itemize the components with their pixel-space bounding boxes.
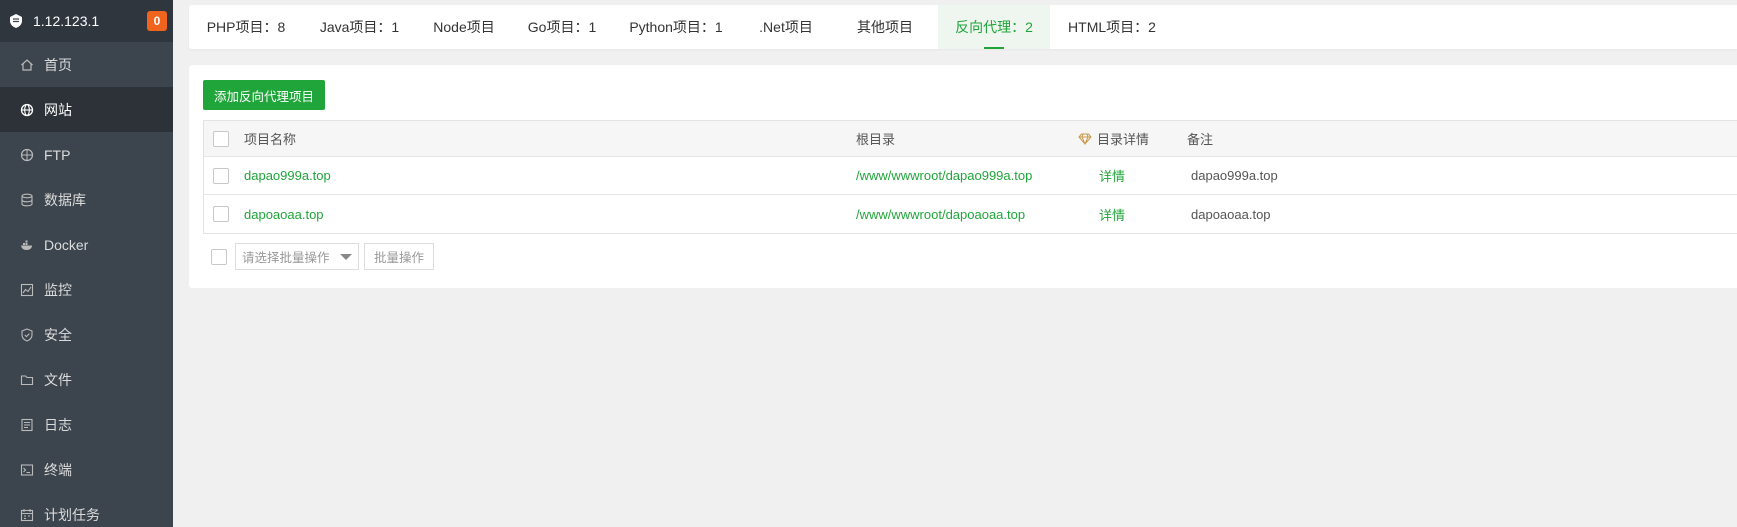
sidebar-item-logs[interactable]: 日志 — [0, 402, 173, 447]
sidebar-item-label: Docker — [44, 236, 89, 253]
detail-link[interactable]: 详情 — [1099, 166, 1125, 185]
detail-link[interactable]: 详情 — [1099, 205, 1125, 224]
tab-reverse-proxy[interactable]: 反向代理：2 — [938, 5, 1050, 49]
tab-node[interactable]: Node项目 — [416, 5, 512, 49]
sidebar: 1.12.123.1 0 首页 网站 FTP 数据库 Docker 监控 安全 … — [0, 0, 173, 527]
footer-select-all-checkbox[interactable] — [211, 248, 227, 265]
tab-java[interactable]: Java项目：1 — [303, 5, 416, 49]
sidebar-item-label: 计划任务 — [44, 506, 100, 523]
tab-other[interactable]: 其他项目 — [832, 5, 938, 49]
logo-icon — [8, 13, 24, 29]
tab-label: .Net项目 — [759, 19, 813, 35]
table-row: dapoaoaa.top /www/wwwroot/dapoaoaa.top 详… — [204, 195, 1737, 233]
sidebar-item-label: 日志 — [44, 416, 72, 433]
tab-php[interactable]: PHP项目：8 — [189, 5, 303, 49]
row-checkbox[interactable] — [213, 206, 229, 222]
tab-python[interactable]: Python项目：1 — [612, 5, 740, 49]
home-icon — [19, 57, 35, 73]
header-root: 根目录 — [856, 132, 896, 147]
sidebar-item-ftp[interactable]: FTP — [0, 132, 173, 177]
sidebar-item-label: 监控 — [44, 281, 72, 298]
sidebar-item-docker[interactable]: Docker — [0, 222, 173, 267]
sidebar-item-files[interactable]: 文件 — [0, 357, 173, 402]
tab-label: PHP项目：8 — [206, 19, 286, 35]
tab-dotnet[interactable]: .Net项目 — [740, 5, 832, 49]
sidebar-item-label: 安全 — [44, 326, 72, 343]
sidebar-menu: 首页 网站 FTP 数据库 Docker 监控 安全 文件 日志 终端 计划任务 — [0, 42, 173, 527]
note-text[interactable]: dapoaoaa.top — [1191, 207, 1271, 222]
ftp-icon — [19, 147, 35, 163]
chevron-down-icon — [340, 254, 352, 260]
sidebar-item-monitor[interactable]: 监控 — [0, 267, 173, 312]
project-name-link[interactable]: dapao999a.top — [244, 168, 331, 183]
header-detail-wrap: 目录详情 — [1078, 129, 1149, 148]
tab-label: Node项目 — [433, 19, 495, 35]
project-type-tabs: PHP项目：8 Java项目：1 Node项目 Go项目：1 Python项目：… — [189, 5, 1737, 49]
sidebar-item-home[interactable]: 首页 — [0, 42, 173, 87]
database-icon — [19, 192, 35, 208]
sidebar-item-database[interactable]: 数据库 — [0, 177, 173, 222]
monitor-icon — [19, 282, 35, 298]
sidebar-item-label: FTP — [44, 146, 71, 163]
tab-label: 其他项目 — [857, 19, 913, 35]
folder-icon — [19, 372, 35, 388]
table-header: 项目名称 根目录 目录详情 备注 — [204, 121, 1737, 157]
sidebar-item-label: 终端 — [44, 461, 72, 478]
tab-html[interactable]: HTML项目：2 — [1050, 5, 1174, 49]
header-note: 备注 — [1187, 132, 1214, 147]
tab-label: Python项目：1 — [629, 19, 723, 35]
project-name-link[interactable]: dapoaoaa.top — [244, 207, 324, 222]
globe-icon — [19, 102, 35, 118]
sidebar-item-label: 数据库 — [44, 191, 86, 208]
add-reverse-proxy-button[interactable]: 添加反向代理项目 — [203, 80, 326, 110]
row-checkbox[interactable] — [213, 167, 229, 184]
project-table: 项目名称 根目录 目录详情 备注 dapao999a.top /www/wwwr… — [203, 120, 1737, 234]
tab-label: 反向代理：2 — [955, 19, 1033, 35]
note-text[interactable]: dapao999a.top — [1191, 168, 1278, 183]
select-all-checkbox[interactable] — [213, 130, 229, 147]
terminal-icon — [19, 462, 35, 478]
server-ip: 1.12.123.1 — [33, 13, 100, 29]
sidebar-item-security[interactable]: 安全 — [0, 312, 173, 357]
table-row: dapao999a.top /www/wwwroot/dapao999a.top… — [204, 157, 1737, 195]
shield-icon — [19, 327, 35, 343]
header-name: 项目名称 — [244, 132, 297, 147]
sidebar-item-terminal[interactable]: 终端 — [0, 447, 173, 492]
notification-badge[interactable]: 0 — [147, 11, 167, 31]
calendar-icon — [19, 507, 35, 523]
sidebar-item-website[interactable]: 网站 — [0, 87, 173, 132]
batch-operation-select[interactable]: 请选择批量操作 — [235, 243, 359, 270]
sidebar-item-label: 网站 — [44, 101, 72, 118]
batch-footer: 请选择批量操作 批量操作 — [211, 243, 435, 270]
batch-select-placeholder: 请选择批量操作 — [242, 251, 330, 265]
project-panel: 添加反向代理项目 项目名称 根目录 目录详情 备注 dapao999a.top … — [189, 65, 1737, 288]
tab-label: Java项目：1 — [319, 19, 400, 35]
root-path-link[interactable]: /www/wwwroot/dapoaoaa.top — [856, 207, 1025, 222]
sidebar-header: 1.12.123.1 0 — [0, 0, 173, 42]
tab-label: Go项目：1 — [527, 19, 597, 35]
sidebar-item-label: 首页 — [44, 56, 72, 73]
docker-icon — [19, 237, 35, 253]
gem-icon — [1078, 133, 1092, 145]
tab-label: HTML项目：2 — [1068, 19, 1156, 35]
sidebar-item-label: 文件 — [44, 371, 72, 388]
sidebar-item-cron[interactable]: 计划任务 — [0, 492, 173, 527]
root-path-link[interactable]: /www/wwwroot/dapao999a.top — [856, 168, 1032, 183]
tab-go[interactable]: Go项目：1 — [512, 5, 612, 49]
batch-operation-button[interactable]: 批量操作 — [364, 243, 435, 270]
log-icon — [19, 417, 35, 433]
header-detail: 目录详情 — [1097, 132, 1150, 147]
